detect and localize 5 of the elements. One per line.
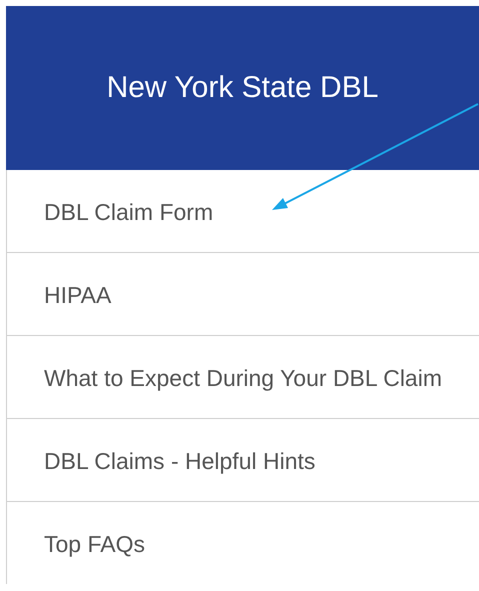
menu-link[interactable]: DBL Claims - Helpful Hints [7,419,479,502]
menu-link[interactable]: Top FAQs [7,502,479,584]
menu-link[interactable]: What to Expect During Your DBL Claim [7,336,479,419]
menu-link[interactable]: HIPAA [7,253,479,336]
header-title: New York State DBL [106,70,380,106]
